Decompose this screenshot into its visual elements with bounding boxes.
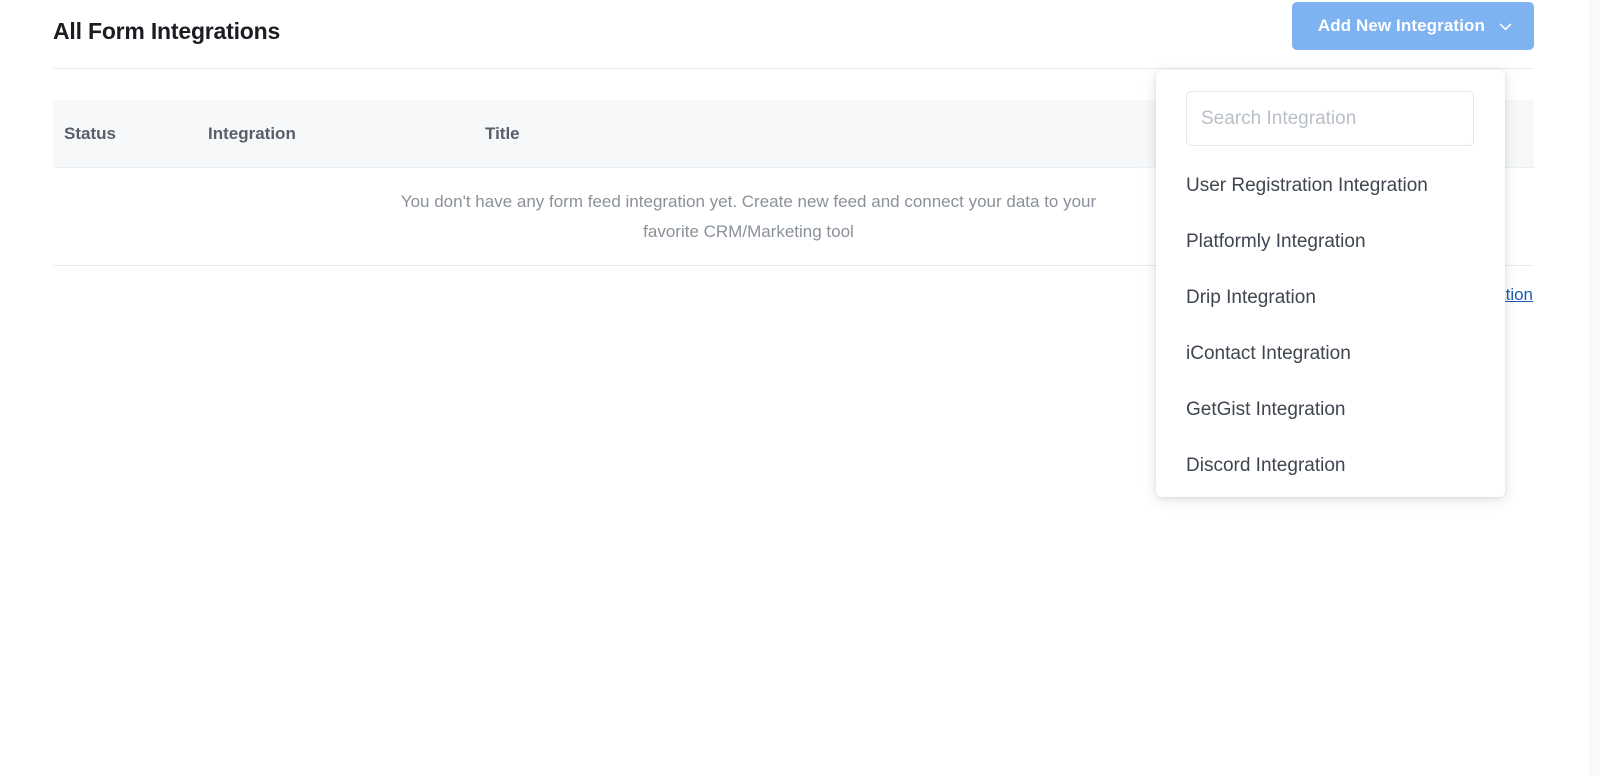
column-header-status: Status [64, 123, 116, 143]
header-divider [53, 68, 1534, 69]
column-header-integration: Integration [208, 123, 296, 143]
integration-options-list: User Registration Integration Platformly… [1186, 158, 1475, 494]
integration-option-label: Drip Integration [1186, 287, 1316, 308]
integration-dropdown-panel: User Registration Integration Platformly… [1156, 70, 1505, 497]
integration-option-label: GetGist Integration [1186, 399, 1346, 420]
search-integration-input[interactable] [1186, 91, 1474, 146]
integration-option-label: Platformly Integration [1186, 231, 1366, 252]
page-header: All Form Integrations Add New Integratio… [53, 0, 1534, 68]
add-new-integration-button[interactable]: Add New Integration [1291, 2, 1534, 50]
empty-state-message: You don't have any form feed integration… [400, 191, 1097, 241]
integration-option-label: Discord Integration [1186, 455, 1346, 476]
integration-option-user-registration[interactable]: User Registration Integration [1186, 158, 1475, 214]
integration-option-drip[interactable]: Drip Integration [1186, 270, 1475, 326]
chevron-down-icon [1497, 18, 1514, 35]
integration-option-getgist[interactable]: GetGist Integration [1186, 382, 1475, 438]
integration-option-discord[interactable]: Discord Integration [1186, 438, 1475, 494]
integration-option-label: iContact Integration [1186, 343, 1351, 364]
integration-option-icontact[interactable]: iContact Integration [1186, 326, 1475, 382]
add-new-integration-label: Add New Integration [1317, 16, 1485, 35]
page-scrollbar[interactable] [1590, 0, 1600, 776]
page-title: All Form Integrations [53, 18, 281, 44]
integration-option-label: User Registration Integration [1186, 175, 1428, 196]
integrations-page: All Form Integrations Add New Integratio… [0, 0, 1590, 776]
integration-option-platformly[interactable]: Platformly Integration [1186, 214, 1475, 270]
